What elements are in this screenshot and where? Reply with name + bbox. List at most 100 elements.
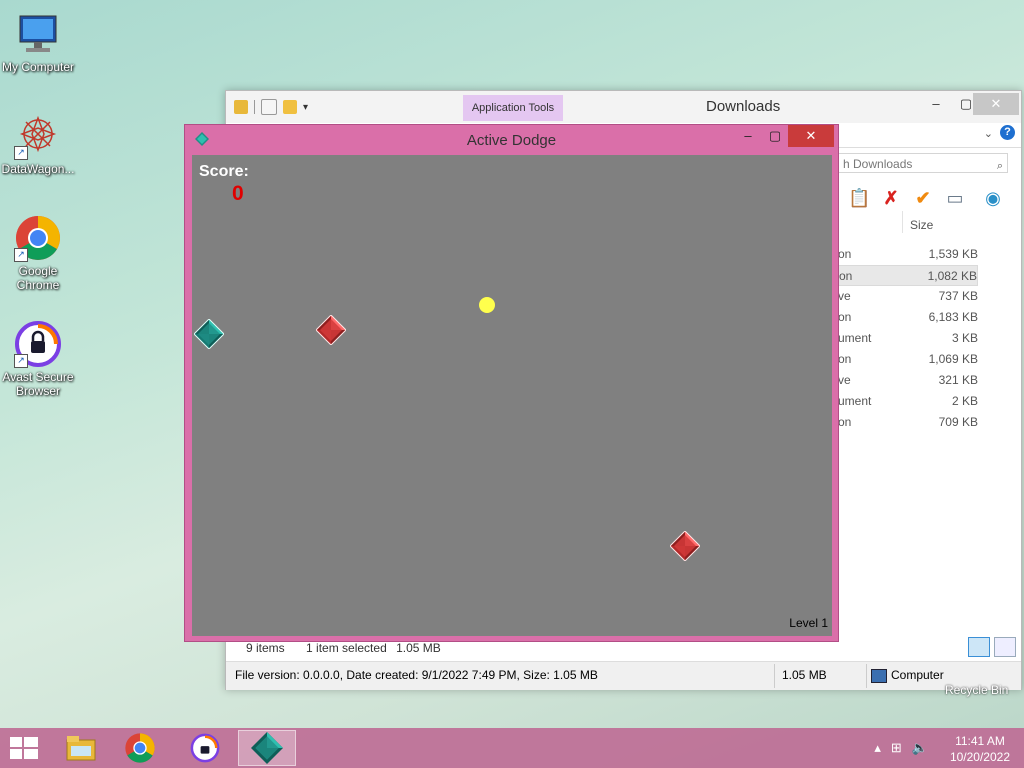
close-button[interactable]: ✕ [788, 125, 834, 147]
details-separator [866, 664, 867, 688]
computer-icon [871, 669, 887, 683]
game-title-bar[interactable]: Active Dodge – ▢ ✕ [185, 125, 838, 153]
game-canvas[interactable]: Score: 0 Level 1 [192, 155, 832, 636]
file-row[interactable]: on 709 KB [838, 412, 978, 433]
customize-chevron-icon[interactable]: ▾ [303, 102, 308, 113]
minimize-button[interactable]: – [921, 93, 951, 115]
file-type: ument [838, 394, 872, 408]
properties-icon[interactable] [261, 99, 277, 115]
file-row[interactable]: ve 321 KB [838, 370, 978, 391]
score-value: 0 [232, 182, 244, 205]
windows-logo-icon [10, 737, 38, 759]
desktop-icon-label: DataWagon... [1, 162, 75, 176]
desktop-icon-avast-secure-browser[interactable]: ↗ Avast Secure Browser [0, 320, 76, 398]
file-size: 321 KB [938, 373, 978, 387]
network-icon[interactable]: ⊞ [891, 740, 902, 756]
file-size: 1,539 KB [928, 247, 978, 261]
file-row[interactable]: ve 737 KB [838, 286, 978, 307]
enemy-red-gem [315, 314, 347, 346]
file-row[interactable]: on 6,183 KB [838, 307, 978, 328]
show-hidden-icons-icon[interactable]: ▴ [874, 740, 881, 756]
quick-access-toolbar: ▾ [234, 99, 308, 115]
maximize-button[interactable]: ▢ [760, 125, 790, 147]
file-list: on 1,539 KB on 1,082 KB ve 737 KB on 6,183 K… [838, 244, 978, 433]
recycle-bin-label[interactable]: Recycle Bin [945, 683, 1008, 697]
avast-icon: ↗ [14, 320, 62, 368]
chevron-down-icon[interactable]: ⌄ [984, 127, 993, 140]
file-row[interactable]: on 1,539 KB [838, 244, 978, 265]
taskbar-avast[interactable] [180, 730, 230, 766]
new-folder-icon[interactable] [283, 100, 297, 114]
chrome-icon [125, 733, 155, 763]
toolbar-separator [254, 100, 255, 114]
file-row[interactable]: ument 2 KB [838, 391, 978, 412]
file-size: 2 KB [951, 394, 978, 408]
search-placeholder: h Downloads [843, 157, 913, 171]
folder-icon [66, 736, 96, 761]
details-bar: File version: 0.0.0.0, Date created: 9/1… [226, 661, 1021, 690]
file-row-selected[interactable]: on 1,082 KB [838, 265, 978, 286]
rename-icon[interactable]: ▭ [944, 187, 966, 209]
computer-icon [14, 10, 62, 58]
column-header-size[interactable]: Size [910, 218, 933, 232]
view-switcher [968, 637, 1016, 657]
application-tools-tab[interactable]: Application Tools [463, 95, 563, 121]
file-size: 6,183 KB [928, 310, 978, 324]
file-type: on [838, 247, 852, 261]
checkmark-icon[interactable]: ✔ [912, 187, 934, 209]
file-type: on [838, 415, 852, 429]
search-input[interactable]: h Downloads ⌕ [838, 153, 1008, 173]
volume-icon[interactable]: 🔈 [912, 740, 928, 756]
close-button[interactable]: ✕ [973, 93, 1019, 115]
file-row[interactable]: ument 3 KB [838, 328, 978, 349]
status-bar: 9 items 1 item selected 1.05 MB [246, 641, 459, 655]
file-size: 709 KB [938, 415, 978, 429]
avast-icon [190, 733, 220, 763]
score-label: Score: [199, 163, 249, 180]
clock[interactable]: 11:41 AM 10/20/2022 [950, 733, 1010, 765]
taskbar-file-explorer[interactable] [56, 730, 106, 766]
datawagon-icon: ↗ [14, 112, 62, 160]
player-teal-gem [193, 318, 225, 350]
file-size: 1,069 KB [928, 352, 978, 366]
file-type: ve [838, 373, 851, 387]
file-type: ve [838, 289, 851, 303]
clock-time: 11:41 AM [955, 734, 1005, 748]
taskbar-chrome[interactable] [115, 730, 165, 766]
network-icon[interactable]: ◉ [982, 187, 1004, 209]
shortcut-arrow-icon: ↗ [14, 248, 28, 262]
address-bar[interactable]: ⌄ ? [838, 123, 1021, 148]
paste-icon[interactable]: 📋 [848, 187, 870, 209]
details-size: 1.05 MB [782, 668, 827, 682]
desktop-icon-datawagon[interactable]: ↗ DataWagon... [0, 112, 76, 176]
details-view-button[interactable] [968, 637, 990, 657]
file-size: 1,082 KB [927, 269, 977, 283]
desktop-icon-my-computer[interactable]: My Computer [0, 10, 76, 74]
desktop-icon-label: Google Chrome [16, 264, 60, 292]
system-tray: ▴ ⊞ 🔈 [874, 740, 928, 756]
column-divider [902, 211, 903, 233]
item-count: 9 items [246, 641, 285, 655]
minimize-button[interactable]: – [733, 125, 763, 147]
teal-gem-icon [251, 732, 283, 764]
help-icon[interactable]: ? [1000, 125, 1015, 140]
file-type: on [838, 352, 852, 366]
yellow-ball [479, 297, 495, 313]
selection-count: 1 item selected [306, 641, 387, 655]
delete-icon[interactable]: ✗ [880, 187, 902, 209]
search-icon[interactable]: ⌕ [997, 156, 1003, 176]
game-window[interactable]: Active Dodge – ▢ ✕ Score: 0 Level 1 [184, 124, 839, 642]
taskbar-active-dodge[interactable] [238, 730, 296, 766]
file-size: 3 KB [951, 331, 978, 345]
start-button[interactable] [10, 737, 38, 761]
large-icons-view-button[interactable] [994, 637, 1016, 657]
desktop-icon-label: Avast Secure Browser [2, 370, 74, 398]
file-row[interactable]: on 1,069 KB [838, 349, 978, 370]
file-type: ument [838, 331, 872, 345]
folder-down-icon[interactable] [234, 100, 248, 114]
explorer-title-bar[interactable]: ▾ Application Tools Downloads – ▢ ✕ [226, 91, 1021, 123]
desktop-icon-google-chrome[interactable]: ↗ Google Chrome [0, 214, 76, 292]
details-location: Computer [891, 668, 944, 682]
explorer-title: Downloads [706, 98, 781, 115]
level-indicator: Level 1 [789, 616, 828, 630]
